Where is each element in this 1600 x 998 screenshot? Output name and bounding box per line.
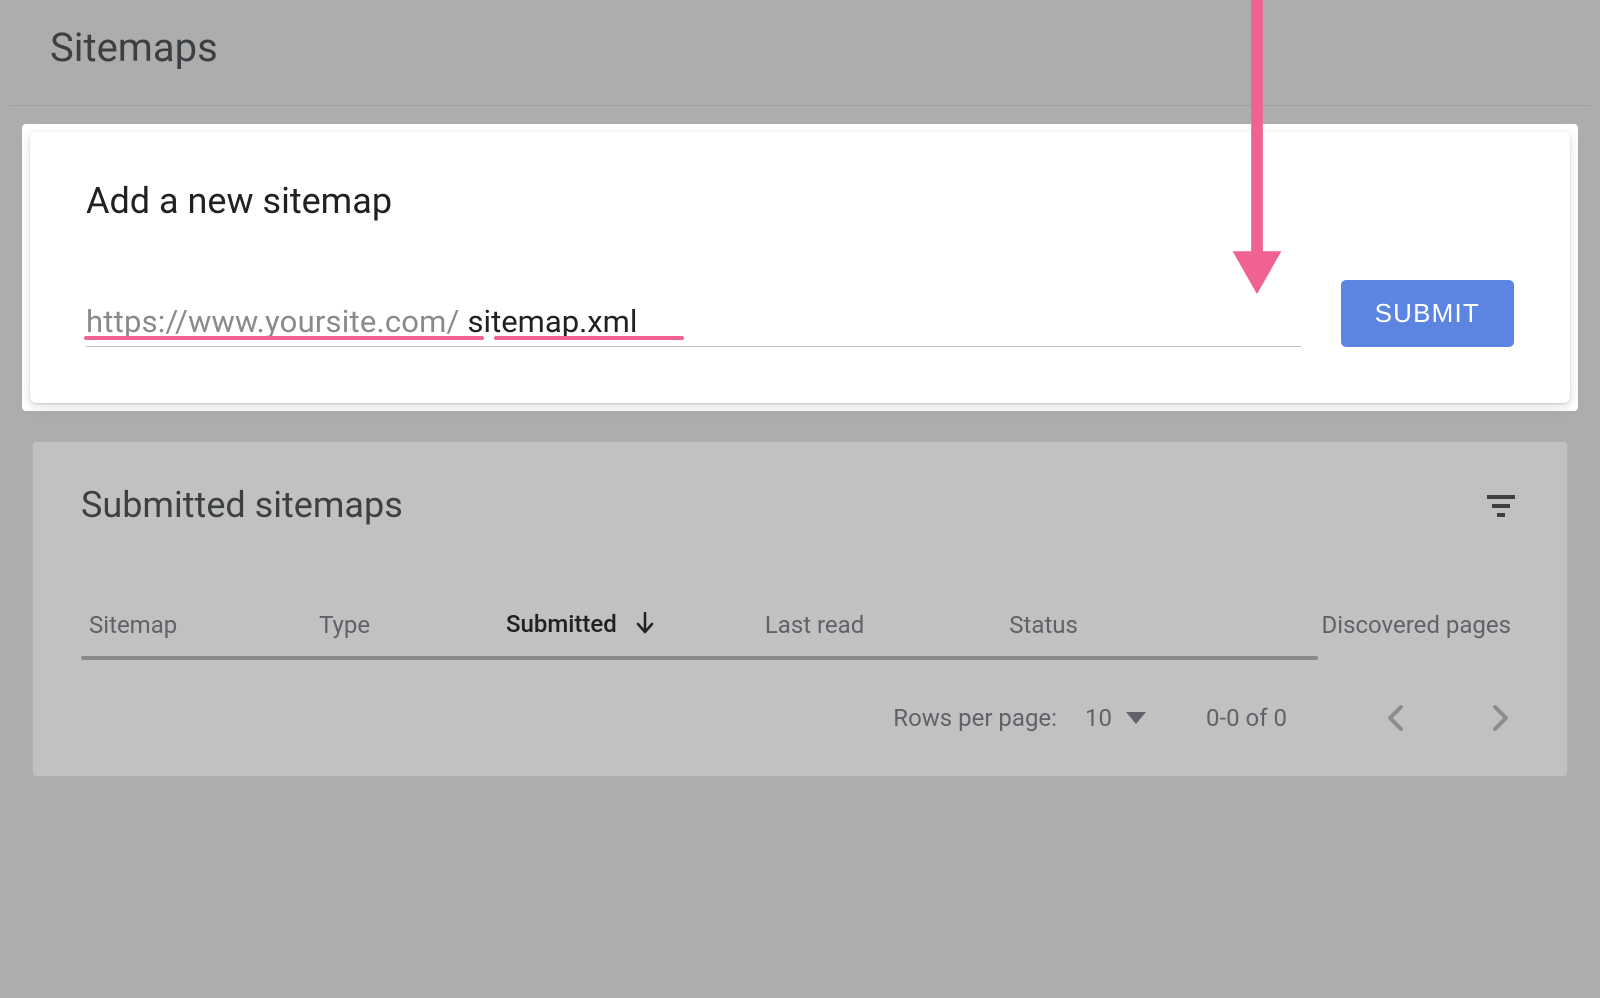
rows-per-page-select[interactable]: 10: [1085, 704, 1146, 732]
chevron-right-icon: [1493, 705, 1509, 731]
table-header-underline: [81, 656, 1318, 660]
table-header-row: Sitemap Type Submitted Last read Status: [81, 596, 1519, 654]
rows-per-page: Rows per page: 10: [893, 704, 1146, 732]
rows-per-page-label: Rows per page:: [893, 704, 1057, 732]
col-status[interactable]: Status: [1001, 596, 1217, 654]
rows-per-page-value: 10: [1085, 704, 1112, 732]
submitted-sitemaps-title: Submitted sitemaps: [81, 484, 1519, 526]
divider: [10, 105, 1590, 106]
prev-page-button[interactable]: [1377, 700, 1413, 736]
pagination-range: 0-0 of 0: [1206, 704, 1287, 732]
table-footer: Rows per page: 10 0-0 of 0: [81, 700, 1519, 736]
sitemaps-table: Sitemap Type Submitted Last read Status: [81, 596, 1519, 654]
add-sitemap-card-halo: Add a new sitemap https://www.yoursite.c…: [22, 124, 1578, 411]
arrow-down-icon: [635, 612, 655, 640]
filter-icon: [1487, 495, 1515, 517]
filter-button[interactable]: [1481, 486, 1521, 526]
page-title: Sitemaps: [0, 24, 1600, 105]
pagination-nav: [1377, 700, 1519, 736]
sitemap-url-prefix: https://www.yoursite.com/: [86, 303, 460, 340]
submitted-sitemaps-card: Submitted sitemaps Sitemap Type Submitte…: [32, 441, 1568, 777]
submit-button[interactable]: SUBMIT: [1341, 280, 1514, 347]
col-submitted-label: Submitted: [506, 610, 617, 638]
annotation-underline: [84, 336, 484, 340]
col-last-read[interactable]: Last read: [757, 596, 1001, 654]
caret-down-icon: [1126, 712, 1146, 724]
sitemap-url-group: https://www.yoursite.com/: [86, 303, 1301, 347]
col-sitemap[interactable]: Sitemap: [81, 596, 311, 654]
col-type[interactable]: Type: [311, 596, 498, 654]
annotation-underline: [494, 336, 684, 340]
sitemap-url-input[interactable]: [468, 303, 1301, 340]
add-sitemap-title: Add a new sitemap: [86, 180, 1514, 222]
chevron-left-icon: [1387, 705, 1403, 731]
col-submitted[interactable]: Submitted: [498, 596, 757, 654]
col-discovered[interactable]: Discovered pages: [1217, 596, 1519, 654]
next-page-button[interactable]: [1483, 700, 1519, 736]
add-sitemap-card: Add a new sitemap https://www.yoursite.c…: [30, 132, 1570, 403]
